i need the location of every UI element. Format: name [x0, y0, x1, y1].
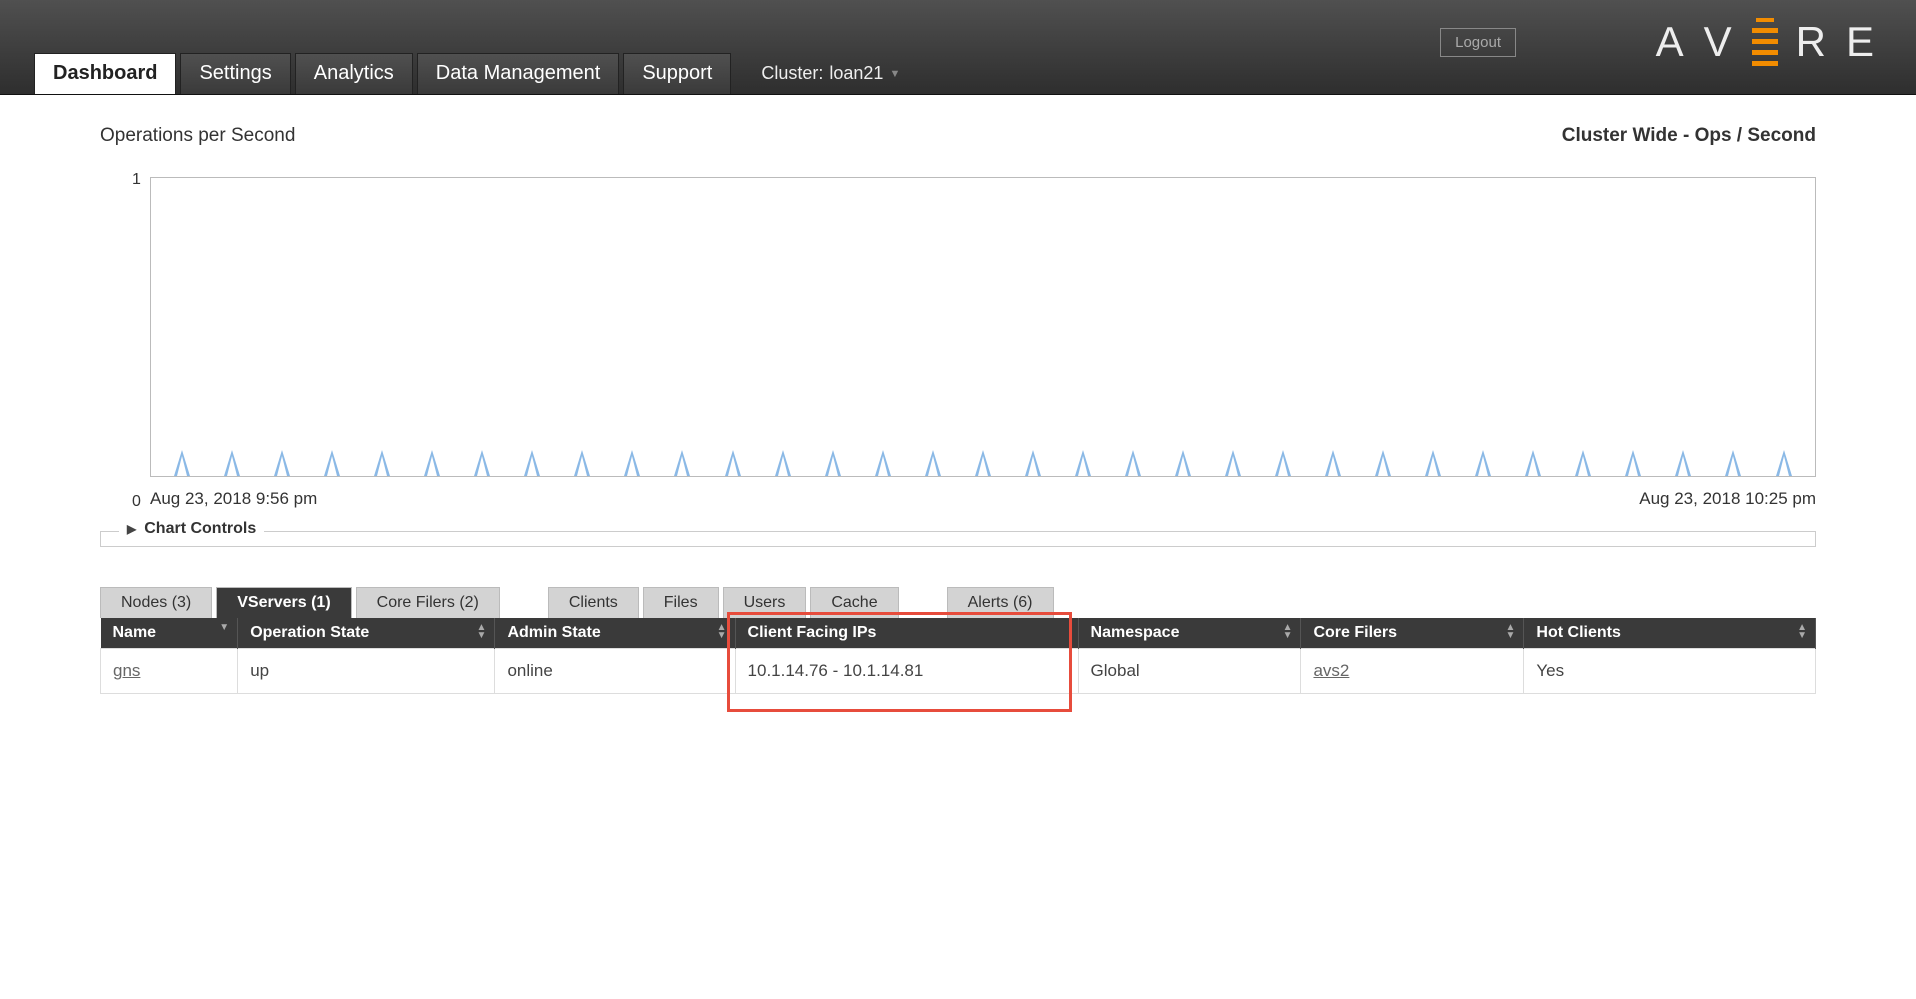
logout-button[interactable]: Logout	[1440, 28, 1516, 57]
chart-controls-toggle[interactable]: ▶ Chart Controls	[119, 520, 264, 538]
chart-title-left: Operations per Second	[100, 125, 295, 147]
logo-letter: E	[1846, 18, 1876, 66]
tab-support[interactable]: Support	[623, 53, 731, 94]
tab-settings[interactable]: Settings	[180, 53, 290, 94]
subtab-vservers[interactable]: VServers (1)	[216, 587, 351, 618]
sort-icon: ▲▼	[1283, 624, 1293, 640]
x-axis-max: Aug 23, 2018 10:25 pm	[1639, 489, 1816, 509]
chevron-down-icon: ▼	[889, 68, 900, 80]
col-hot-clients[interactable]: Hot Clients▲▼	[1524, 618, 1816, 649]
core-filer-link[interactable]: avs2	[1313, 661, 1349, 680]
tab-analytics[interactable]: Analytics	[295, 53, 413, 94]
chart-plot[interactable]	[150, 177, 1816, 477]
chart-controls: ▶ Chart Controls	[100, 531, 1816, 547]
table-wrapper: Name▼ Operation State▲▼ Admin State▲▼ Cl…	[100, 618, 1816, 694]
brand-logo: A V R E	[1656, 18, 1876, 66]
subtab-files[interactable]: Files	[643, 587, 719, 618]
table-row: gns up online 10.1.14.76 - 10.1.14.81 Gl…	[101, 649, 1816, 694]
logo-letter: A	[1656, 18, 1686, 66]
y-axis-max: 1	[132, 171, 141, 189]
chart-area: 1 0 Aug 23, 2018 9:56 pm Aug 23, 2018 10…	[150, 177, 1816, 509]
col-client-ips[interactable]: Client Facing IPs	[735, 618, 1078, 649]
app-header: Logout A V R E Dashboard Settings Analyt…	[0, 0, 1916, 95]
col-op-state[interactable]: Operation State▲▼	[238, 618, 495, 649]
cell-namespace: Global	[1078, 649, 1301, 694]
sub-tabs: Nodes (3) VServers (1) Core Filers (2) C…	[100, 587, 1816, 618]
vserver-name-link[interactable]: gns	[113, 661, 140, 680]
cluster-name: loan21	[829, 63, 883, 84]
logo-e-icon	[1752, 18, 1778, 66]
vservers-table: Name▼ Operation State▲▼ Admin State▲▼ Cl…	[100, 618, 1816, 694]
subtab-clients[interactable]: Clients	[548, 587, 639, 618]
sort-icon: ▲▼	[477, 624, 487, 640]
tab-dashboard[interactable]: Dashboard	[34, 53, 176, 94]
x-axis-min: Aug 23, 2018 9:56 pm	[150, 489, 317, 509]
chart-spikes	[151, 436, 1815, 476]
col-admin-state[interactable]: Admin State▲▼	[495, 618, 735, 649]
content-area: Operations per Second Cluster Wide - Ops…	[0, 95, 1916, 734]
subtab-alerts[interactable]: Alerts (6)	[947, 587, 1054, 618]
sort-icon: ▲▼	[1797, 624, 1807, 640]
subtab-cache[interactable]: Cache	[810, 587, 898, 618]
sort-icon: ▼	[219, 624, 229, 632]
col-namespace[interactable]: Namespace▲▼	[1078, 618, 1301, 649]
y-axis-min: 0	[132, 493, 141, 511]
main-nav: Dashboard Settings Analytics Data Manage…	[34, 53, 908, 94]
logo-letter: R	[1796, 18, 1828, 66]
cluster-selector[interactable]: Cluster: loan21 ▼	[735, 63, 908, 94]
logo-letter: V	[1704, 18, 1734, 66]
chart-title-right: Cluster Wide - Ops / Second	[1562, 125, 1816, 147]
subtab-core-filers[interactable]: Core Filers (2)	[356, 587, 500, 618]
cell-hot-clients: Yes	[1524, 649, 1816, 694]
sort-icon: ▲▼	[1506, 624, 1516, 640]
sort-icon: ▲▼	[717, 624, 727, 640]
col-name[interactable]: Name▼	[101, 618, 238, 649]
cell-client-ips: 10.1.14.76 - 10.1.14.81	[735, 649, 1078, 694]
cluster-prefix: Cluster:	[761, 63, 823, 84]
tab-data-management[interactable]: Data Management	[417, 53, 620, 94]
col-core-filers[interactable]: Core Filers▲▼	[1301, 618, 1524, 649]
subtab-nodes[interactable]: Nodes (3)	[100, 587, 212, 618]
cell-admin-state: online	[495, 649, 735, 694]
chart-header: Operations per Second Cluster Wide - Ops…	[100, 125, 1816, 147]
triangle-right-icon: ▶	[127, 522, 136, 536]
subtab-users[interactable]: Users	[723, 587, 807, 618]
x-axis: Aug 23, 2018 9:56 pm Aug 23, 2018 10:25 …	[150, 489, 1816, 509]
cell-op-state: up	[238, 649, 495, 694]
chart-controls-text: Chart Controls	[144, 520, 256, 538]
